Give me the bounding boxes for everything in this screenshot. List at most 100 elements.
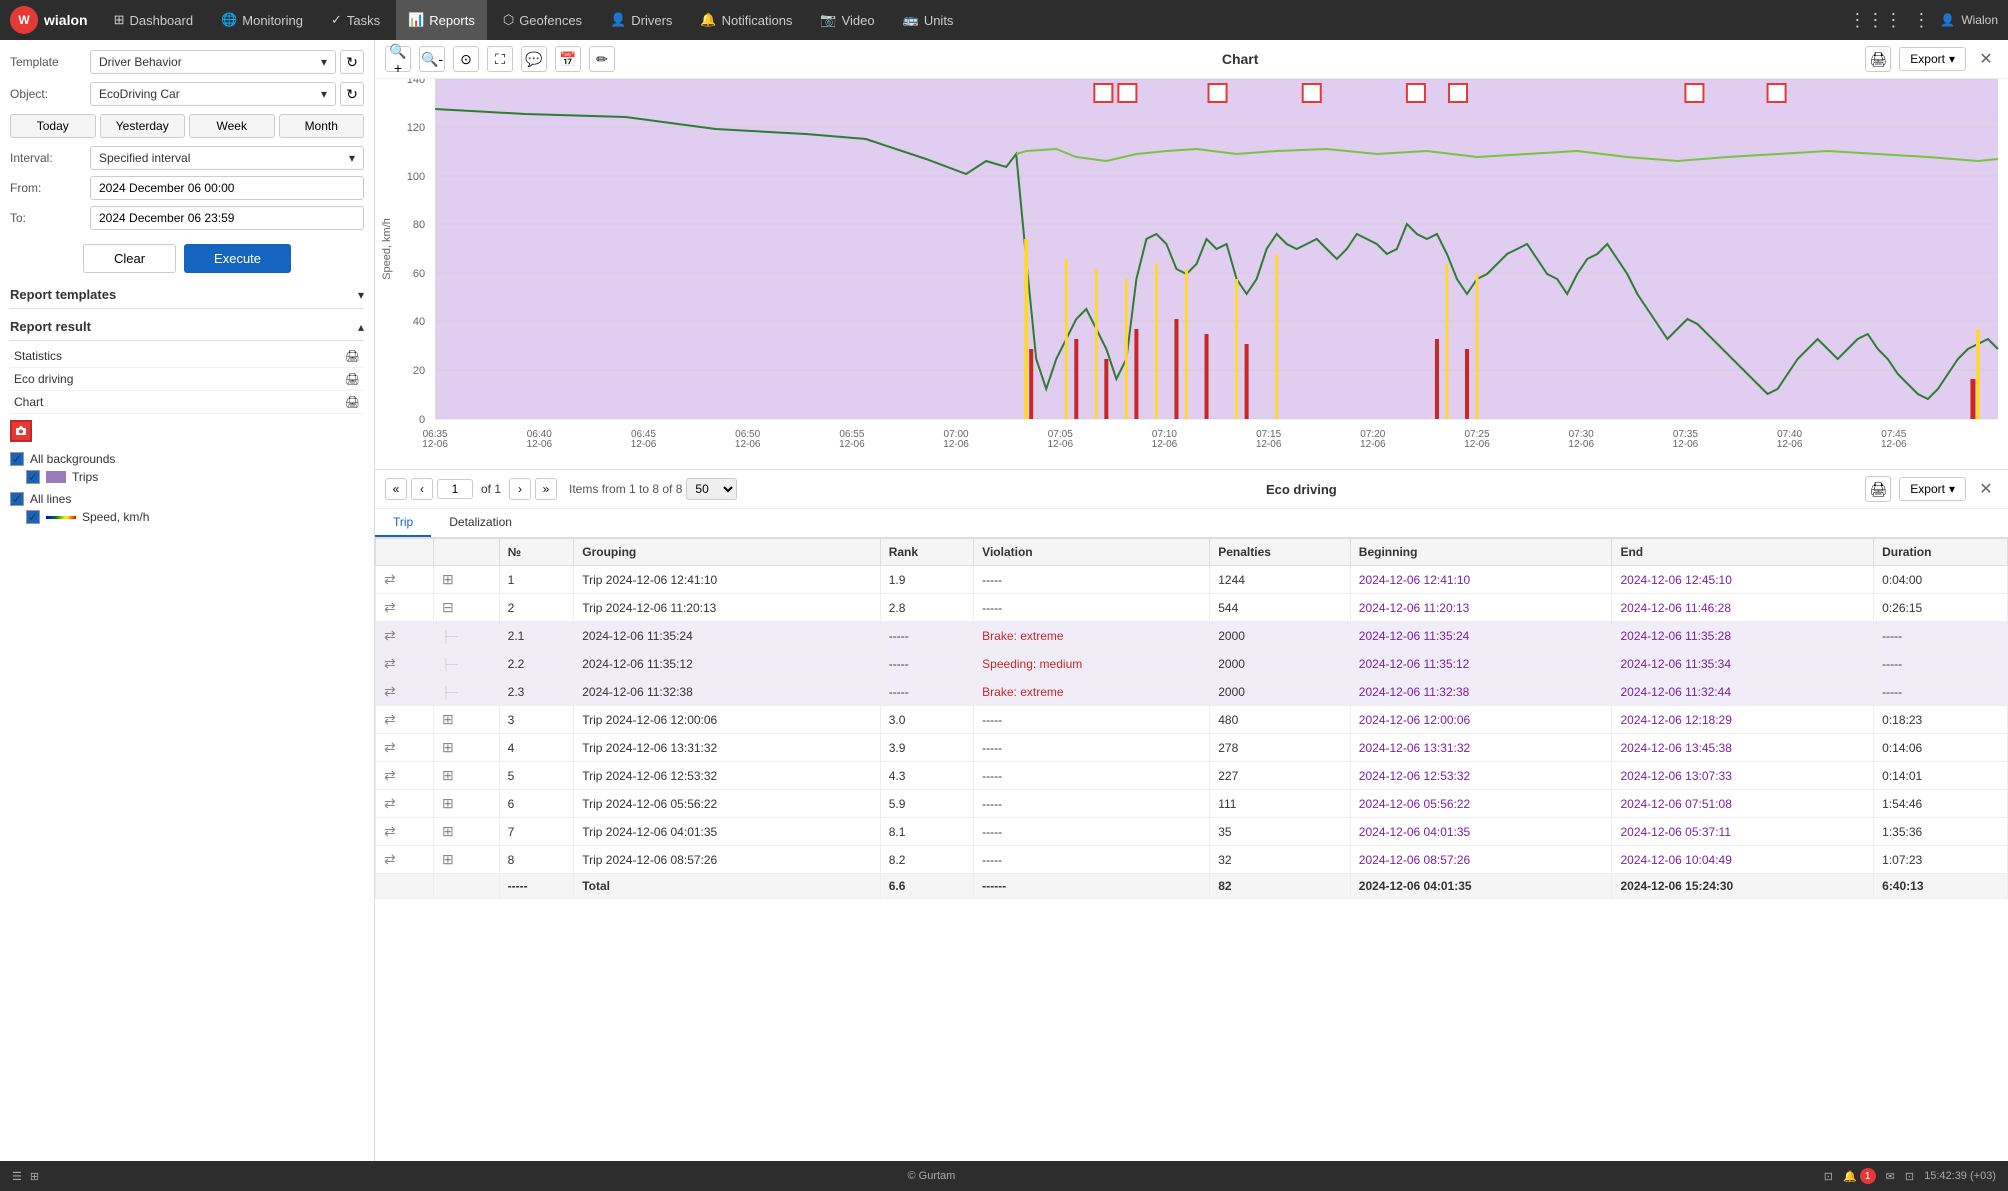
last-page-button[interactable]: » [535, 478, 557, 500]
object-refresh-button[interactable]: ↻ [340, 82, 364, 106]
refresh-icon[interactable]: ⇄ [384, 739, 396, 755]
next-page-button[interactable]: › [509, 478, 531, 500]
minus-icon[interactable]: ⊟ [442, 599, 454, 615]
trips-checkbox[interactable]: ✓ [26, 470, 40, 484]
chart-export-button[interactable]: Export ▾ [1899, 47, 1966, 71]
cell-end[interactable]: 2024-12-06 12:18:29 [1612, 706, 1874, 734]
period-today[interactable]: Today [10, 114, 96, 138]
table-export-button[interactable]: Export ▾ [1899, 477, 1966, 501]
cell-end[interactable]: 2024-12-06 11:35:34 [1612, 650, 1874, 678]
cell-end[interactable]: 2024-12-06 12:45:10 [1612, 566, 1874, 594]
zoom-in-button[interactable]: 🔍+ [385, 46, 411, 72]
chart-close-button[interactable]: ✕ [1974, 47, 1998, 71]
per-page-select[interactable]: 50 100 200 [686, 478, 737, 500]
cell-beginning[interactable]: 2024-12-06 12:41:10 [1350, 566, 1612, 594]
report-item-chart[interactable]: Chart 🖨 [10, 391, 364, 414]
add-icon[interactable]: ⊞ [442, 823, 454, 839]
refresh-icon[interactable]: ⇄ [384, 627, 396, 643]
nav-monitoring[interactable]: 🌐 Monitoring [209, 0, 315, 40]
refresh-icon[interactable]: ⇄ [384, 767, 396, 783]
refresh-icon[interactable]: ⇄ [384, 655, 396, 671]
tab-trip[interactable]: Trip [375, 509, 431, 537]
fullscreen-button[interactable]: ⛶ [487, 46, 513, 72]
pencil-button[interactable]: ✏ [589, 46, 615, 72]
report-item-statistics[interactable]: Statistics 🖨 [10, 345, 364, 368]
nav-drivers[interactable]: 👤 Drivers [598, 0, 684, 40]
cell-end[interactable]: 2024-12-06 13:45:38 [1612, 734, 1874, 762]
app-logo[interactable]: W wialon [10, 6, 88, 34]
template-dropdown[interactable]: Driver Behavior ▾ [90, 50, 336, 74]
cell-beginning[interactable]: 2024-12-06 12:53:32 [1350, 762, 1612, 790]
cell-beginning[interactable]: 2024-12-06 05:56:22 [1350, 790, 1612, 818]
all-backgrounds-checkbox[interactable]: ✓ [10, 452, 24, 466]
cell-end[interactable]: 2024-12-06 07:51:08 [1612, 790, 1874, 818]
alert-icon[interactable] [10, 420, 32, 442]
nav-video[interactable]: 📷 Video [808, 0, 886, 40]
nav-geofences[interactable]: ⬡ Geofences [491, 0, 594, 40]
template-refresh-button[interactable]: ↻ [340, 50, 364, 74]
execute-button[interactable]: Execute [184, 244, 291, 273]
zoom-reset-button[interactable]: ⊙ [453, 46, 479, 72]
report-result-header[interactable]: Report result ▴ [10, 313, 364, 341]
period-yesterday[interactable]: Yesterday [100, 114, 186, 138]
refresh-icon[interactable]: ⇄ [384, 711, 396, 727]
report-templates-header[interactable]: Report templates ▾ [10, 281, 364, 309]
nav-dashboard[interactable]: ⊞ Dashboard [102, 0, 206, 40]
add-icon[interactable]: ⊞ [442, 571, 454, 587]
refresh-icon[interactable]: ⇄ [384, 599, 396, 615]
period-week[interactable]: Week [189, 114, 275, 138]
refresh-icon[interactable]: ⇄ [384, 571, 396, 587]
notification-badge[interactable]: 🔔 1 [1843, 1168, 1876, 1184]
add-icon[interactable]: ⊞ [442, 767, 454, 783]
calendar-button[interactable]: 📅 [555, 46, 581, 72]
table-print-button[interactable]: 🖨 [1865, 476, 1891, 502]
cell-end[interactable]: 2024-12-06 10:04:49 [1612, 846, 1874, 874]
clear-button[interactable]: Clear [83, 244, 176, 273]
user-menu[interactable]: 👤 Wialon [1940, 13, 1998, 27]
view-grid-icon[interactable]: ⊞ [30, 1170, 39, 1183]
cell-end[interactable]: 2024-12-06 11:35:28 [1612, 622, 1874, 650]
refresh-icon[interactable]: ⇄ [384, 683, 396, 699]
nav-notifications[interactable]: 🔔 Notifications [688, 0, 804, 40]
period-month[interactable]: Month [279, 114, 365, 138]
add-icon[interactable]: ⊞ [442, 851, 454, 867]
cell-end[interactable]: 2024-12-06 05:37:11 [1612, 818, 1874, 846]
nav-tasks[interactable]: ✓ Tasks [319, 0, 392, 40]
add-icon[interactable]: ⊞ [442, 795, 454, 811]
cell-beginning[interactable]: 2024-12-06 12:00:06 [1350, 706, 1612, 734]
cell-beginning[interactable]: 2024-12-06 11:35:24 [1350, 622, 1612, 650]
to-input[interactable] [90, 206, 364, 230]
refresh-icon[interactable]: ⇄ [384, 823, 396, 839]
prev-page-button[interactable]: ‹ [411, 478, 433, 500]
all-lines-checkbox[interactable]: ✓ [10, 492, 24, 506]
interval-dropdown[interactable]: Specified interval ▾ [90, 146, 364, 170]
cell-end[interactable]: 2024-12-06 13:07:33 [1612, 762, 1874, 790]
add-icon[interactable]: ⊞ [442, 711, 454, 727]
cell-beginning[interactable]: 2024-12-06 04:01:35 [1350, 818, 1612, 846]
cell-end[interactable]: 2024-12-06 11:46:28 [1612, 594, 1874, 622]
more-icon[interactable]: ⋮ [1912, 10, 1930, 31]
zoom-out-button[interactable]: 🔍- [419, 46, 445, 72]
grid-icon[interactable]: ⋮⋮⋮ [1848, 10, 1902, 31]
page-input[interactable] [437, 479, 473, 499]
table-close-button[interactable]: ✕ [1974, 477, 1998, 501]
object-dropdown[interactable]: EcoDriving Car ▾ [90, 82, 336, 106]
cell-beginning[interactable]: 2024-12-06 11:20:13 [1350, 594, 1612, 622]
mail-icon[interactable]: ✉ [1886, 1170, 1895, 1183]
cell-beginning[interactable]: 2024-12-06 08:57:26 [1350, 846, 1612, 874]
add-icon[interactable]: ⊞ [442, 739, 454, 755]
tab-detalization[interactable]: Detalization [431, 509, 530, 537]
cell-end[interactable]: 2024-12-06 11:32:44 [1612, 678, 1874, 706]
comment-button[interactable]: 💬 [521, 46, 547, 72]
cell-beginning[interactable]: 2024-12-06 13:31:32 [1350, 734, 1612, 762]
chart-print-button[interactable]: 🖨 [1865, 46, 1891, 72]
first-page-button[interactable]: « [385, 478, 407, 500]
from-input[interactable] [90, 176, 364, 200]
nav-units[interactable]: 🚌 Units [891, 0, 966, 40]
cell-beginning[interactable]: 2024-12-06 11:35:12 [1350, 650, 1612, 678]
nav-reports[interactable]: 📊 Reports [396, 0, 487, 40]
view-list-icon[interactable]: ☰ [12, 1170, 22, 1183]
speed-checkbox[interactable]: ✓ [26, 510, 40, 524]
cell-beginning[interactable]: 2024-12-06 11:32:38 [1350, 678, 1612, 706]
refresh-icon[interactable]: ⇄ [384, 851, 396, 867]
